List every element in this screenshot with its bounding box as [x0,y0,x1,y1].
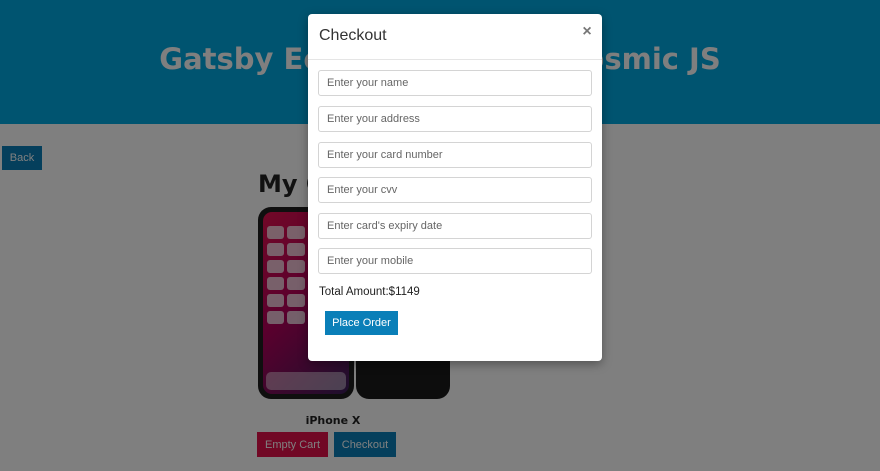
total-amount: Total Amount:$1149 [319,286,420,298]
modal-header: Checkout × [308,14,602,60]
checkout-modal: Checkout × Total Amount:$1149 Place Orde… [308,14,602,361]
mobile-field[interactable] [318,248,592,274]
place-order-button[interactable]: Place Order [325,311,398,335]
expiry-date-field[interactable] [318,213,592,239]
name-field[interactable] [318,70,592,96]
card-number-field[interactable] [318,142,592,168]
cvv-field[interactable] [318,177,592,203]
modal-title: Checkout [319,27,387,44]
address-field[interactable] [318,106,592,132]
close-icon[interactable]: × [580,23,594,41]
